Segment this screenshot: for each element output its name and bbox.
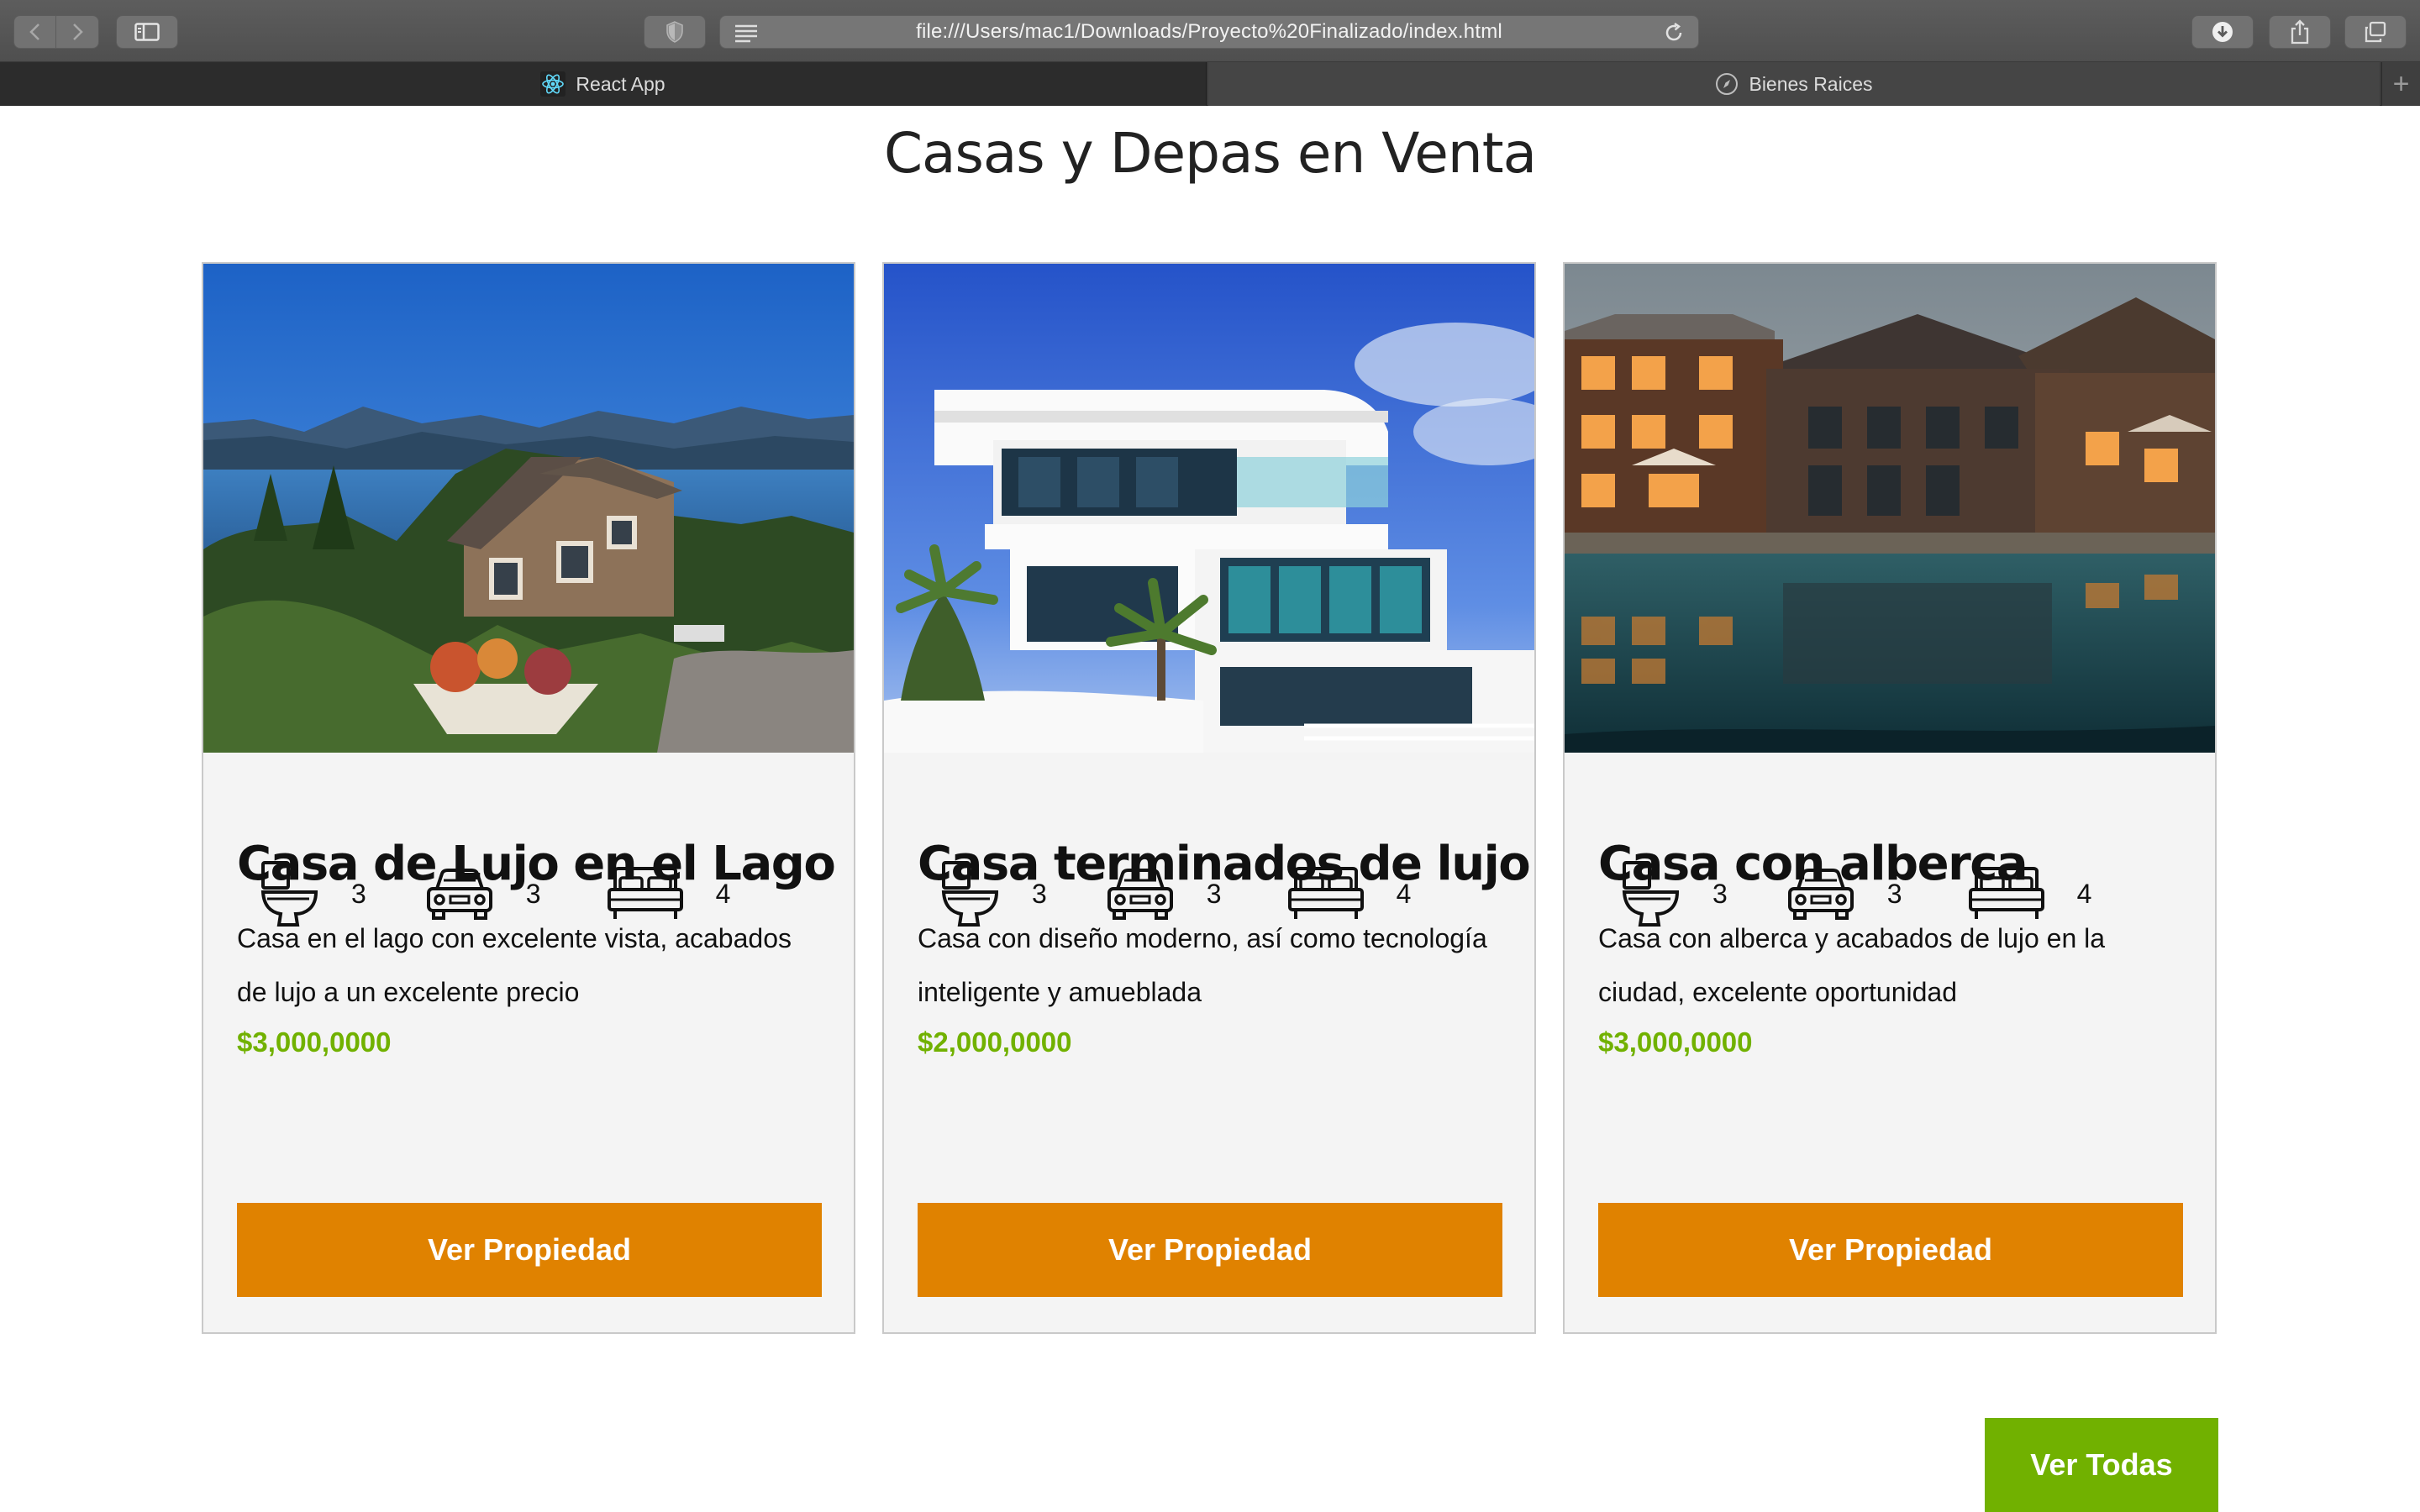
view-property-button[interactable]: Ver Propiedad — [237, 1203, 822, 1297]
view-property-button[interactable]: Ver Propiedad — [1598, 1203, 2183, 1297]
tab-bar: React App Bienes Raices + — [0, 62, 2420, 106]
address-bar[interactable]: file:///Users/mac1/Downloads/Proyecto%20… — [719, 15, 1699, 49]
parking-count: 3 — [525, 878, 541, 909]
property-image-pool-house — [1565, 264, 2215, 753]
new-tab-button[interactable]: + — [2381, 62, 2420, 106]
property-card: Casa con alberca Casa con alberca y acab… — [1563, 262, 2217, 1334]
browser-toolbar: file:///Users/mac1/Downloads/Proyecto%20… — [0, 0, 2420, 62]
view-property-button[interactable]: Ver Propiedad — [918, 1203, 1502, 1297]
tab-label: React App — [576, 72, 666, 95]
share-icon — [2291, 19, 2309, 45]
tab-react-app[interactable]: React App — [0, 62, 1207, 106]
forward-button[interactable] — [56, 16, 98, 48]
tab-label: Bienes Raices — [1749, 72, 1873, 95]
stat-bathrooms: 3 — [260, 860, 366, 927]
view-all-button[interactable]: Ver Todas — [1985, 1418, 2218, 1512]
card-price: $3,000,0000 — [237, 1026, 392, 1058]
stat-bathrooms: 3 — [1622, 860, 1728, 927]
downloads-button[interactable] — [2191, 15, 2254, 49]
toilet-icon — [260, 861, 318, 927]
stat-bedrooms: 4 — [607, 866, 731, 921]
stat-bedrooms: 4 — [1968, 866, 2092, 921]
toilet-icon — [1622, 861, 1680, 927]
stat-parking: 3 — [1106, 867, 1222, 921]
stat-bathrooms: 3 — [941, 860, 1047, 927]
bed-icon — [607, 867, 683, 919]
bedrooms-count: 4 — [2076, 878, 2092, 909]
property-card: Casa de Lujo en el Lago Casa en el lago … — [202, 262, 855, 1334]
card-price: $2,000,0000 — [918, 1026, 1072, 1058]
tab-overview-button[interactable] — [2344, 15, 2407, 49]
chevron-right-icon — [73, 24, 83, 40]
stat-parking: 3 — [1786, 867, 1902, 921]
property-stats: 3 3 4 — [260, 860, 730, 927]
privacy-report-button[interactable] — [644, 15, 706, 49]
bedrooms-count: 4 — [715, 878, 731, 909]
property-card: Casa terminados de lujo Casa con diseño … — [882, 262, 1536, 1334]
bedrooms-count: 4 — [1396, 878, 1412, 909]
sidebar-icon — [134, 23, 160, 41]
sidebar-toggle-button[interactable] — [116, 15, 178, 49]
url-text[interactable]: file:///Users/mac1/Downloads/Proyecto%20… — [916, 20, 1502, 44]
download-icon — [2212, 22, 2233, 42]
parking-count: 3 — [1886, 878, 1902, 909]
react-icon — [540, 71, 566, 97]
car-icon — [1787, 869, 1854, 920]
tab-bienes-raices[interactable]: Bienes Raices — [1208, 62, 2380, 106]
stat-bedrooms: 4 — [1287, 866, 1412, 921]
car-icon — [426, 869, 492, 920]
shield-icon — [666, 21, 683, 43]
back-button[interactable] — [14, 16, 56, 48]
tabs-icon — [2365, 21, 2386, 43]
parking-count: 3 — [1206, 878, 1222, 909]
bathrooms-count: 3 — [1712, 878, 1728, 909]
car-icon — [1107, 869, 1173, 920]
property-stats: 3 3 4 — [1622, 860, 2091, 927]
compass-icon — [1715, 72, 1739, 96]
property-stats: 3 3 4 — [941, 860, 1411, 927]
property-image-lake-house — [203, 264, 854, 753]
stat-parking: 3 — [425, 867, 541, 921]
card-description: Casa en el lago con excelente vista, aca… — [237, 923, 792, 1007]
reload-icon[interactable] — [1663, 22, 1685, 48]
card-description: Casa con alberca y acabados de lujo en l… — [1598, 923, 2106, 1007]
share-button[interactable] — [2269, 15, 2331, 49]
page-title: Casas y Depas en Venta — [883, 121, 1537, 186]
chevron-left-icon — [29, 24, 39, 40]
card-description: Casa con diseño moderno, así como tecnol… — [918, 923, 1487, 1007]
bathrooms-count: 3 — [351, 878, 366, 909]
bathrooms-count: 3 — [1032, 878, 1047, 909]
card-price: $3,000,0000 — [1598, 1026, 1753, 1058]
reader-icon[interactable] — [734, 23, 759, 47]
toilet-icon — [941, 861, 999, 927]
bed-icon — [1287, 867, 1364, 919]
property-image-modern-house — [884, 264, 1534, 753]
bed-icon — [1968, 867, 2044, 919]
nav-buttons — [13, 15, 99, 49]
